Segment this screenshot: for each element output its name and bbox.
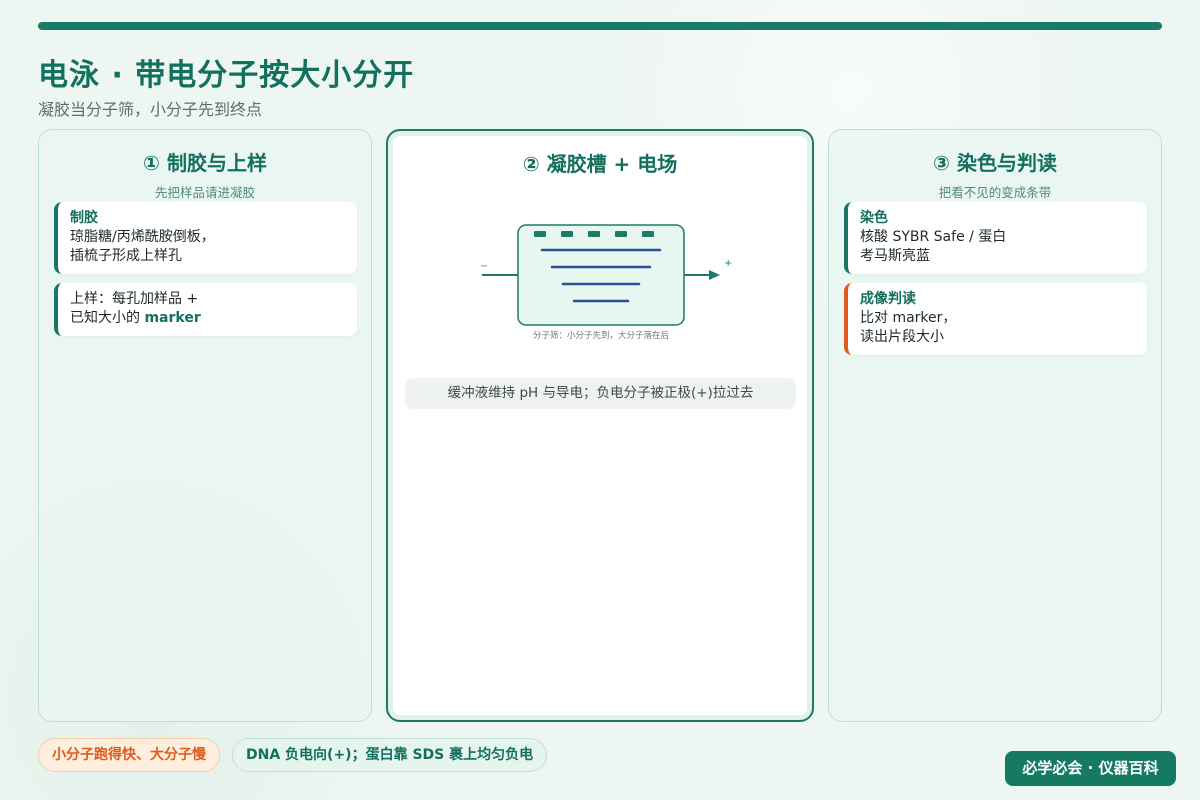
page-subtitle: 凝胶当分子筛，小分子先到终点 xyxy=(38,100,263,119)
gel-electrophoresis-diagram: − + 分子筛：小分子先到，大分子落在后 xyxy=(480,224,732,341)
panel-title: ③ 染色与判读 xyxy=(933,151,1057,175)
card-line: 已知大小的 marker xyxy=(70,309,345,328)
card-line: 考马斯亮蓝 xyxy=(860,248,930,264)
panel-gel-tank: ② 凝胶槽 + 电场 − + 分子筛：小分子先到，大分子落在后 缓冲液维持 pH… xyxy=(386,129,814,722)
diagram-caption: 分子筛：小分子先到，大分子落在后 xyxy=(533,330,670,341)
card-text: 已知大小的 xyxy=(70,310,145,326)
card-line: 读出片段大小 xyxy=(860,329,944,345)
sample-well xyxy=(534,231,546,237)
buffer-note: 缓冲液维持 pH 与导电；负电分子被正极(+)拉过去 xyxy=(405,378,796,409)
sample-well xyxy=(561,231,573,237)
card-line: 上样：每孔加样品 + xyxy=(70,291,199,307)
card-line: 比对 marker， xyxy=(860,310,957,326)
sample-well xyxy=(615,231,627,237)
card-line: 核酸 SYBR Safe / 蛋白 xyxy=(860,229,1007,245)
panel-subtitle: 把看不见的变成条带 xyxy=(938,185,1052,200)
brand-badge: 必学必会 · 仪器百科 xyxy=(1005,751,1176,786)
card-load-sample: 上样：每孔加样品 + 已知大小的 marker xyxy=(54,283,357,336)
panel-stain-read: ③ 染色与判读 把看不见的变成条带 染色 核酸 SYBR Safe / 蛋白 考… xyxy=(828,129,1162,722)
card-title: 染色 xyxy=(860,210,888,226)
page-title: 电泳 · 带电分子按大小分开 xyxy=(38,58,415,93)
marker-highlight: marker xyxy=(144,310,201,326)
sample-well xyxy=(588,231,600,237)
panel-prepare-load: ① 制胶与上样 先把样品请进凝胶 制胶 琼脂糖/丙烯酰胺倒板， 插梳子形成上样孔… xyxy=(38,129,372,722)
sample-well xyxy=(642,231,654,237)
negative-electrode-label: − xyxy=(480,261,488,272)
panel-title: ① 制胶与上样 xyxy=(143,151,267,175)
charge-tag: DNA 负电向(+)；蛋白靠 SDS 裹上均匀负电 xyxy=(232,738,548,772)
card-title: 制胶 xyxy=(70,210,98,226)
top-accent-bar xyxy=(38,22,1162,30)
card-line: 插梳子形成上样孔 xyxy=(70,248,182,264)
card-line: 琼脂糖/丙烯酰胺倒板， xyxy=(70,229,215,245)
gel-tank xyxy=(517,224,685,326)
arrow-right-icon xyxy=(709,270,720,280)
card-staining: 染色 核酸 SYBR Safe / 蛋白 考马斯亮蓝 xyxy=(844,202,1147,274)
positive-electrode-label: + xyxy=(724,258,732,269)
card-make-gel: 制胶 琼脂糖/丙烯酰胺倒板， 插梳子形成上样孔 xyxy=(54,202,357,274)
speed-tag: 小分子跑得快、大分子慢 xyxy=(38,738,220,772)
card-title: 成像判读 xyxy=(860,291,916,307)
card-imaging: 成像判读 比对 marker， 读出片段大小 xyxy=(844,283,1147,355)
panel-title: ② 凝胶槽 + 电场 xyxy=(522,152,678,176)
panel-subtitle: 先把样品请进凝胶 xyxy=(154,185,255,200)
